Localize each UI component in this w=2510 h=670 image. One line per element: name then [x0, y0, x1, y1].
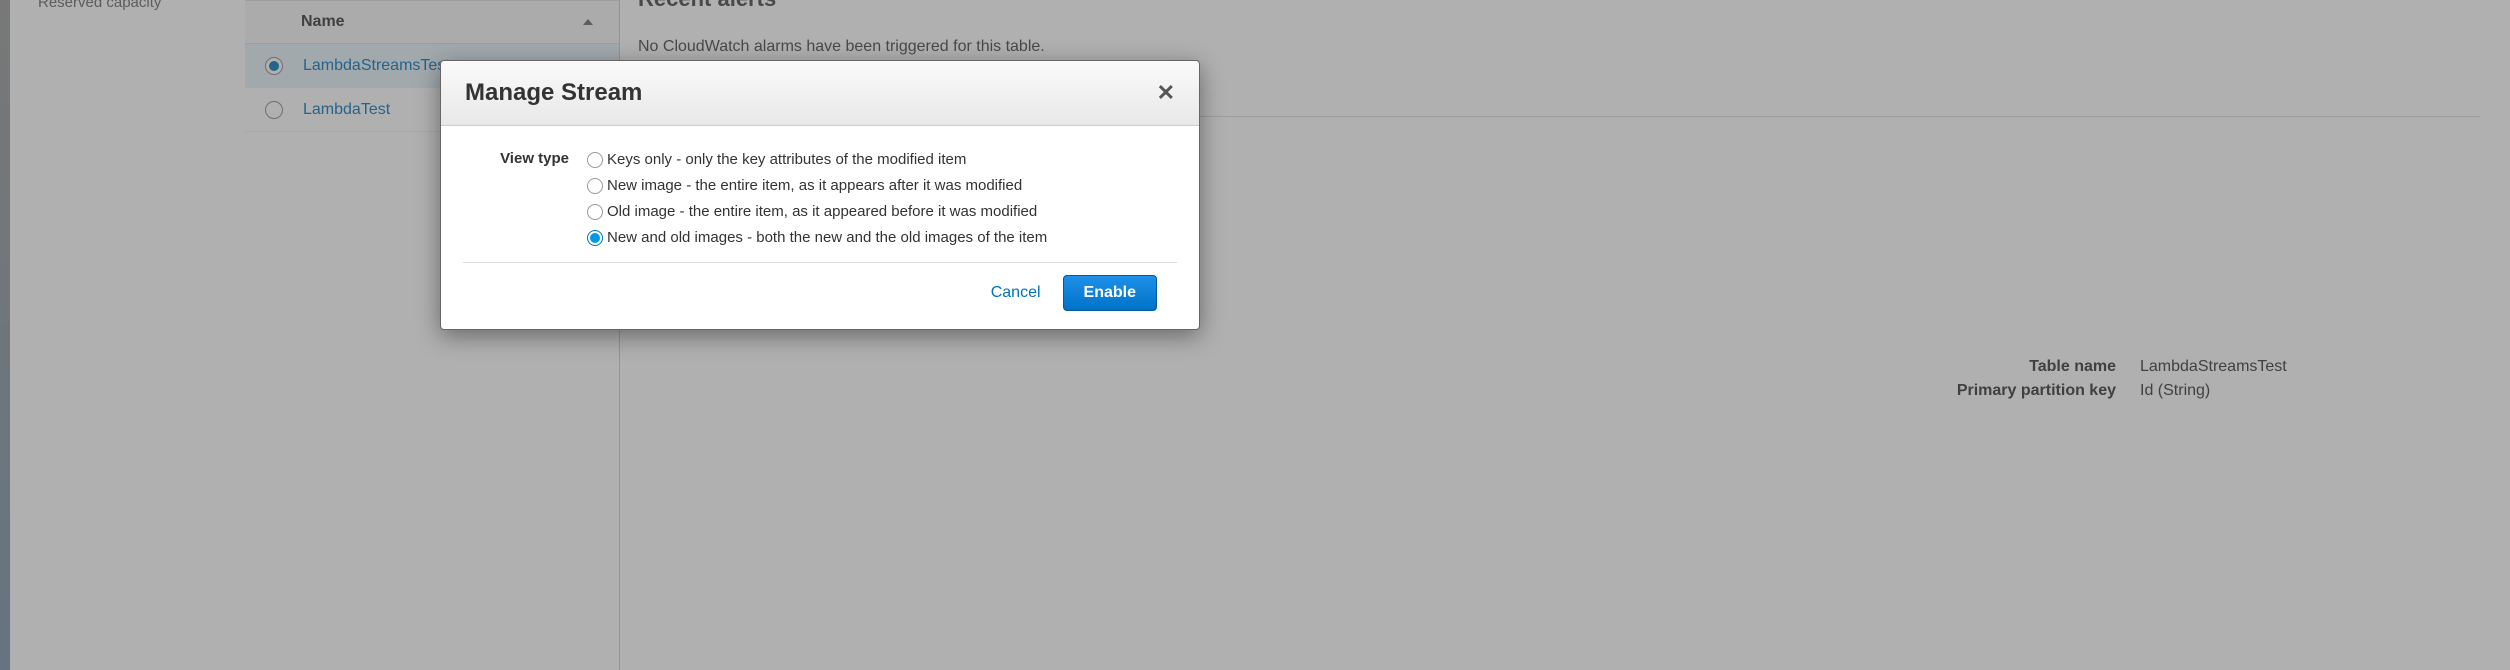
view-type-label: View type	[467, 148, 587, 252]
close-icon[interactable]: ✕	[1157, 80, 1175, 106]
view-type-options: Keys only - only the key attributes of t…	[587, 148, 1173, 252]
option-new-and-old-images[interactable]: New and old images - both the new and th…	[587, 226, 1173, 250]
cancel-button[interactable]: Cancel	[991, 284, 1041, 302]
manage-stream-modal: Manage Stream ✕ View type Keys only - on…	[440, 60, 1200, 330]
option-label: Keys only - only the key attributes of t…	[607, 148, 966, 172]
modal-header: Manage Stream ✕	[441, 61, 1199, 126]
modal-footer: Cancel Enable	[463, 262, 1177, 329]
option-label: New and old images - both the new and th…	[607, 226, 1047, 250]
option-label: Old image - the entire item, as it appea…	[607, 200, 1037, 224]
option-keys-only[interactable]: Keys only - only the key attributes of t…	[587, 148, 1173, 172]
radio-icon[interactable]	[587, 230, 603, 246]
radio-icon[interactable]	[587, 204, 603, 220]
option-old-image[interactable]: Old image - the entire item, as it appea…	[587, 200, 1173, 224]
modal-body: View type Keys only - only the key attri…	[441, 126, 1199, 262]
modal-title: Manage Stream	[465, 79, 642, 107]
enable-button[interactable]: Enable	[1063, 275, 1157, 311]
modal-overlay	[0, 0, 2510, 670]
option-new-image[interactable]: New image - the entire item, as it appea…	[587, 174, 1173, 198]
option-label: New image - the entire item, as it appea…	[607, 174, 1022, 198]
radio-icon[interactable]	[587, 152, 603, 168]
radio-icon[interactable]	[587, 178, 603, 194]
